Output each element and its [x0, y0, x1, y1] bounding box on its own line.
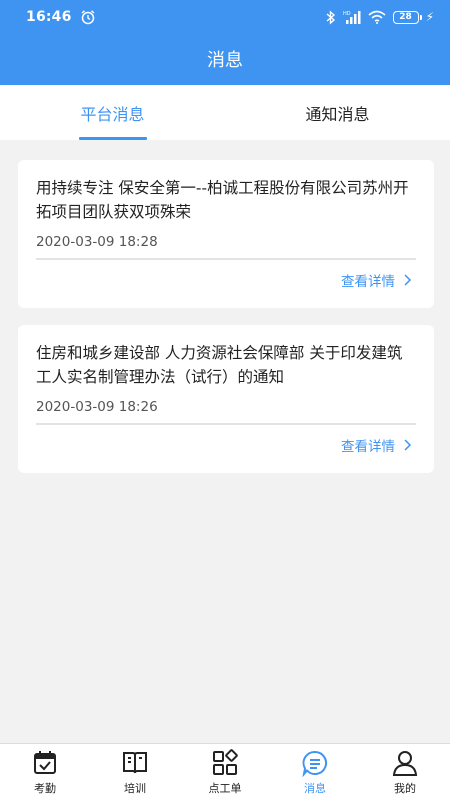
card-divider — [36, 258, 416, 260]
message-list: 用持续专注 保安全第一--柏诚工程股份有限公司苏州开拓项目团队获双项殊荣 202… — [18, 160, 434, 490]
chevron-right-icon — [404, 439, 412, 451]
bluetooth-icon — [326, 9, 335, 25]
view-details-label: 查看详情 — [341, 439, 395, 455]
nav-item-messages[interactable]: 消息 — [270, 744, 360, 800]
app-header: 16:46 HD 28 ⚡ 消息 — [0, 0, 450, 85]
view-details-link[interactable]: 查看详情 — [341, 270, 412, 290]
chevron-right-icon — [404, 274, 412, 286]
view-details-label: 查看详情 — [341, 274, 395, 290]
user-icon — [392, 751, 418, 776]
message-title: 用持续专注 保安全第一--柏诚工程股份有限公司苏州开拓项目团队获双项殊荣 — [36, 179, 409, 221]
battery-icon: 28 — [392, 10, 422, 24]
nav-label: 我的 — [394, 782, 416, 795]
nav-label: 点工单 — [208, 782, 242, 795]
nav-label: 消息 — [304, 782, 326, 795]
card-divider — [36, 423, 416, 425]
tab-platform-messages[interactable]: 平台消息 — [0, 85, 225, 140]
view-details-link[interactable]: 查看详情 — [341, 435, 412, 455]
calendar-check-icon — [34, 751, 56, 774]
tab-active-indicator — [78, 137, 147, 140]
nav-label: 培训 — [124, 782, 146, 795]
status-time: 16:46 — [26, 9, 72, 25]
grid-apps-icon — [213, 749, 238, 775]
nav-label: 考勤 — [34, 782, 56, 795]
message-title: 住房和城乡建设部 人力资源社会保障部 关于印发建筑工人实名制管理办法（试行）的通… — [36, 344, 403, 386]
nav-item-profile[interactable]: 我的 — [360, 744, 450, 800]
alarm-icon — [81, 10, 95, 25]
page-title: 消息 — [207, 50, 243, 71]
bottom-navigation: 考勤 培训 点工单 消息 我的 — [0, 743, 450, 800]
message-time: 2020-03-09 18:26 — [36, 399, 158, 415]
book-icon — [123, 752, 147, 774]
message-card[interactable]: 住房和城乡建设部 人力资源社会保障部 关于印发建筑工人实名制管理办法（试行）的通… — [18, 325, 434, 473]
message-tabs: 平台消息 通知消息 — [0, 85, 450, 140]
message-card[interactable]: 用持续专注 保安全第一--柏诚工程股份有限公司苏州开拓项目团队获双项殊荣 202… — [18, 160, 434, 308]
message-icon — [302, 750, 328, 777]
nav-item-attendance[interactable]: 考勤 — [0, 744, 90, 800]
message-time: 2020-03-09 18:28 — [36, 234, 158, 250]
wifi-icon — [368, 10, 386, 24]
nav-item-training[interactable]: 培训 — [90, 744, 180, 800]
tab-notification-messages[interactable]: 通知消息 — [225, 85, 450, 140]
svg-text:HD: HD — [343, 11, 351, 17]
status-bar: 16:46 HD 28 ⚡ — [0, 0, 450, 34]
cellular-signal-icon: HD — [343, 11, 361, 24]
nav-item-work-orders[interactable]: 点工单 — [180, 744, 270, 800]
tab-label: 平台消息 — [80, 104, 145, 124]
charging-icon: ⚡ — [425, 10, 434, 24]
tab-label: 通知消息 — [305, 104, 370, 124]
